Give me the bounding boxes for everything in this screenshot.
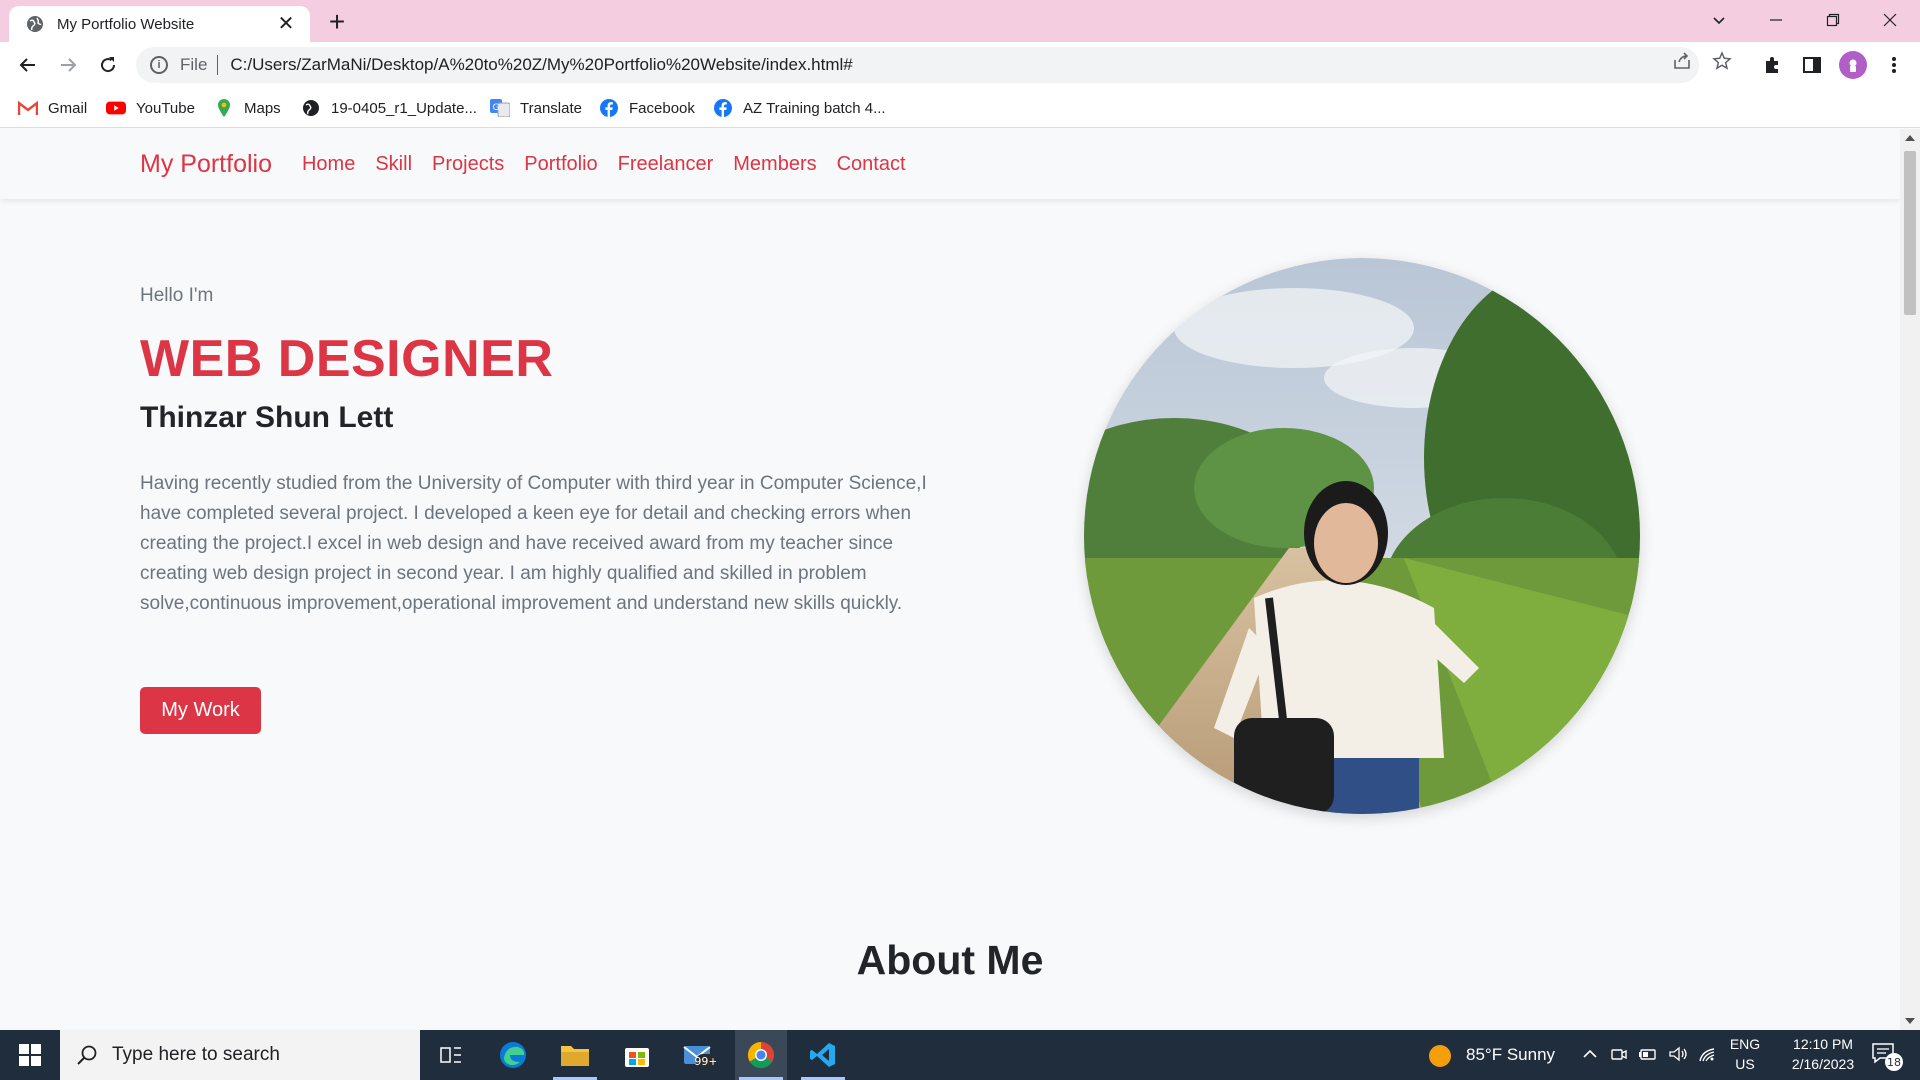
windows-start-icon[interactable]: [0, 1030, 60, 1080]
bookmark-translate[interactable]: G Translate: [490, 96, 582, 120]
nav-link-portfolio[interactable]: Portfolio: [524, 153, 597, 176]
clock-time: 12:10 PM: [1793, 1036, 1853, 1052]
site-brand[interactable]: My Portfolio: [140, 150, 272, 179]
site-navbar: My Portfolio Home Skill Projects Portfol…: [0, 129, 1900, 199]
extensions-icon[interactable]: [1760, 53, 1784, 77]
restore-icon[interactable]: [1805, 0, 1861, 40]
bookmark-label: Translate: [520, 99, 582, 117]
mail-badge: 99+: [694, 1055, 716, 1068]
bookmark-label: AZ Training batch 4...: [743, 99, 886, 117]
microsoft-store-icon[interactable]: [611, 1030, 663, 1080]
menu-kebab-icon[interactable]: [1882, 53, 1906, 77]
notifications-icon[interactable]: 18: [1870, 1040, 1904, 1072]
svg-text:G: G: [493, 103, 500, 113]
hero-name: Thinzar Shun Lett: [140, 401, 394, 434]
language-code: ENG: [1729, 1036, 1761, 1052]
bookmark-facebook[interactable]: Facebook: [599, 96, 695, 120]
taskbar-search-placeholder: Type here to search: [112, 1044, 280, 1065]
bookmark-label: YouTube: [136, 99, 195, 117]
region-code: US: [1735, 1056, 1755, 1072]
scroll-down-arrow-icon[interactable]: [1905, 1018, 1915, 1024]
profile-avatar[interactable]: [1839, 51, 1867, 79]
taskbar-search-box[interactable]: Type here to search: [60, 1030, 420, 1080]
clock-date: 2/16/2023: [1791, 1056, 1855, 1072]
bookmark-az-training[interactable]: AZ Training batch 4...: [713, 96, 886, 120]
globe-icon: [27, 16, 43, 32]
site-info-icon[interactable]: i: [150, 56, 168, 74]
bookmark-label: Facebook: [629, 99, 695, 117]
language-indicator[interactable]: ENG US: [1724, 1034, 1766, 1074]
browser-toolbar: i File C:/Users/ZarMaNi/Desktop/A%20to%2…: [0, 42, 1920, 88]
share-icon[interactable]: [1670, 49, 1694, 73]
youtube-icon: [106, 98, 126, 118]
nav-link-contact[interactable]: Contact: [837, 153, 906, 176]
weather-sun-icon[interactable]: [1428, 1044, 1452, 1068]
new-tab-button[interactable]: +: [322, 8, 352, 38]
vscode-icon[interactable]: [797, 1030, 849, 1080]
clock[interactable]: 12:10 PM 2/16/2023: [1768, 1034, 1878, 1074]
maps-icon: [214, 98, 234, 118]
my-work-button[interactable]: My Work: [140, 687, 261, 734]
bookmark-label: 19-0405_r1_Update...: [331, 99, 477, 117]
volume-icon[interactable]: [1668, 1045, 1688, 1063]
bookmark-gmail[interactable]: Gmail: [18, 96, 87, 120]
windows-taskbar: Type here to search 99+ 85°F Sunny ENG U…: [0, 1030, 1920, 1080]
bookmark-label: Maps: [244, 99, 281, 117]
scrollbar-thumb[interactable]: [1904, 151, 1916, 315]
bookmark-star-icon[interactable]: [1710, 49, 1734, 73]
minimize-icon[interactable]: [1748, 0, 1804, 40]
facebook-icon: [599, 98, 619, 118]
bookmark-update[interactable]: 19-0405_r1_Update...: [301, 96, 477, 120]
page-viewport: My Portfolio Home Skill Projects Portfol…: [0, 129, 1900, 1030]
hero-greeting: Hello I'm: [140, 285, 214, 306]
meet-camera-icon[interactable]: [1610, 1045, 1628, 1063]
globe-icon: [301, 98, 321, 118]
close-tab-icon[interactable]: ✕: [276, 14, 296, 34]
nav-link-members[interactable]: Members: [733, 153, 816, 176]
tab-search-icon[interactable]: [1691, 0, 1747, 40]
nav-link-freelancer[interactable]: Freelancer: [618, 153, 714, 176]
chrome-browser-icon[interactable]: [735, 1030, 787, 1080]
gmail-icon: [18, 98, 38, 118]
forward-arrow-icon[interactable]: [52, 49, 84, 81]
about-section-title: About Me: [856, 937, 1044, 983]
tab-strip: My Portfolio Website ✕ +: [0, 0, 1920, 42]
wifi-icon[interactable]: [1698, 1045, 1718, 1063]
bookmark-label: Gmail: [48, 99, 88, 117]
mail-app-icon[interactable]: 99+: [673, 1030, 725, 1080]
nav-link-projects[interactable]: Projects: [432, 153, 504, 176]
close-window-icon[interactable]: [1862, 0, 1918, 40]
bookmark-youtube[interactable]: YouTube: [106, 96, 195, 120]
hero-bio: Having recently studied from the Univers…: [140, 473, 927, 614]
browser-tab[interactable]: My Portfolio Website ✕: [9, 6, 310, 42]
nav-link-skill[interactable]: Skill: [375, 153, 412, 176]
edge-browser-icon[interactable]: [487, 1030, 539, 1080]
battery-icon[interactable]: [1638, 1045, 1658, 1063]
bookmarks-bar: Gmail YouTube Maps 19-0405_r1_Update... …: [0, 88, 1920, 128]
weather-text[interactable]: 85°F Sunny: [1466, 1045, 1555, 1065]
nav-link-home[interactable]: Home: [302, 153, 355, 176]
hero-role: WEB DESIGNER: [140, 330, 554, 388]
tab-title: My Portfolio Website: [57, 15, 195, 33]
task-view-icon[interactable]: [425, 1030, 477, 1080]
side-panel-icon[interactable]: [1800, 53, 1824, 77]
reload-icon[interactable]: [92, 49, 124, 81]
url-scheme: File: [180, 55, 208, 74]
url-separator: [217, 55, 219, 75]
chevron-up-icon[interactable]: [1582, 1047, 1598, 1061]
address-bar[interactable]: i File C:/Users/ZarMaNi/Desktop/A%20to%2…: [136, 47, 1699, 83]
url-text[interactable]: C:/Users/ZarMaNi/Desktop/A%20to%20Z/My%2…: [230, 55, 852, 75]
facebook-icon: [713, 98, 733, 118]
profile-photo: [1084, 258, 1640, 814]
page-scrollbar[interactable]: [1900, 129, 1920, 1030]
translate-icon: G: [490, 98, 510, 118]
notification-count: 18: [1887, 1056, 1901, 1069]
back-arrow-icon[interactable]: [12, 49, 44, 81]
search-icon: [77, 1045, 97, 1065]
scroll-up-arrow-icon[interactable]: [1905, 135, 1915, 141]
bookmark-maps[interactable]: Maps: [214, 96, 281, 120]
file-explorer-icon[interactable]: [549, 1030, 601, 1080]
